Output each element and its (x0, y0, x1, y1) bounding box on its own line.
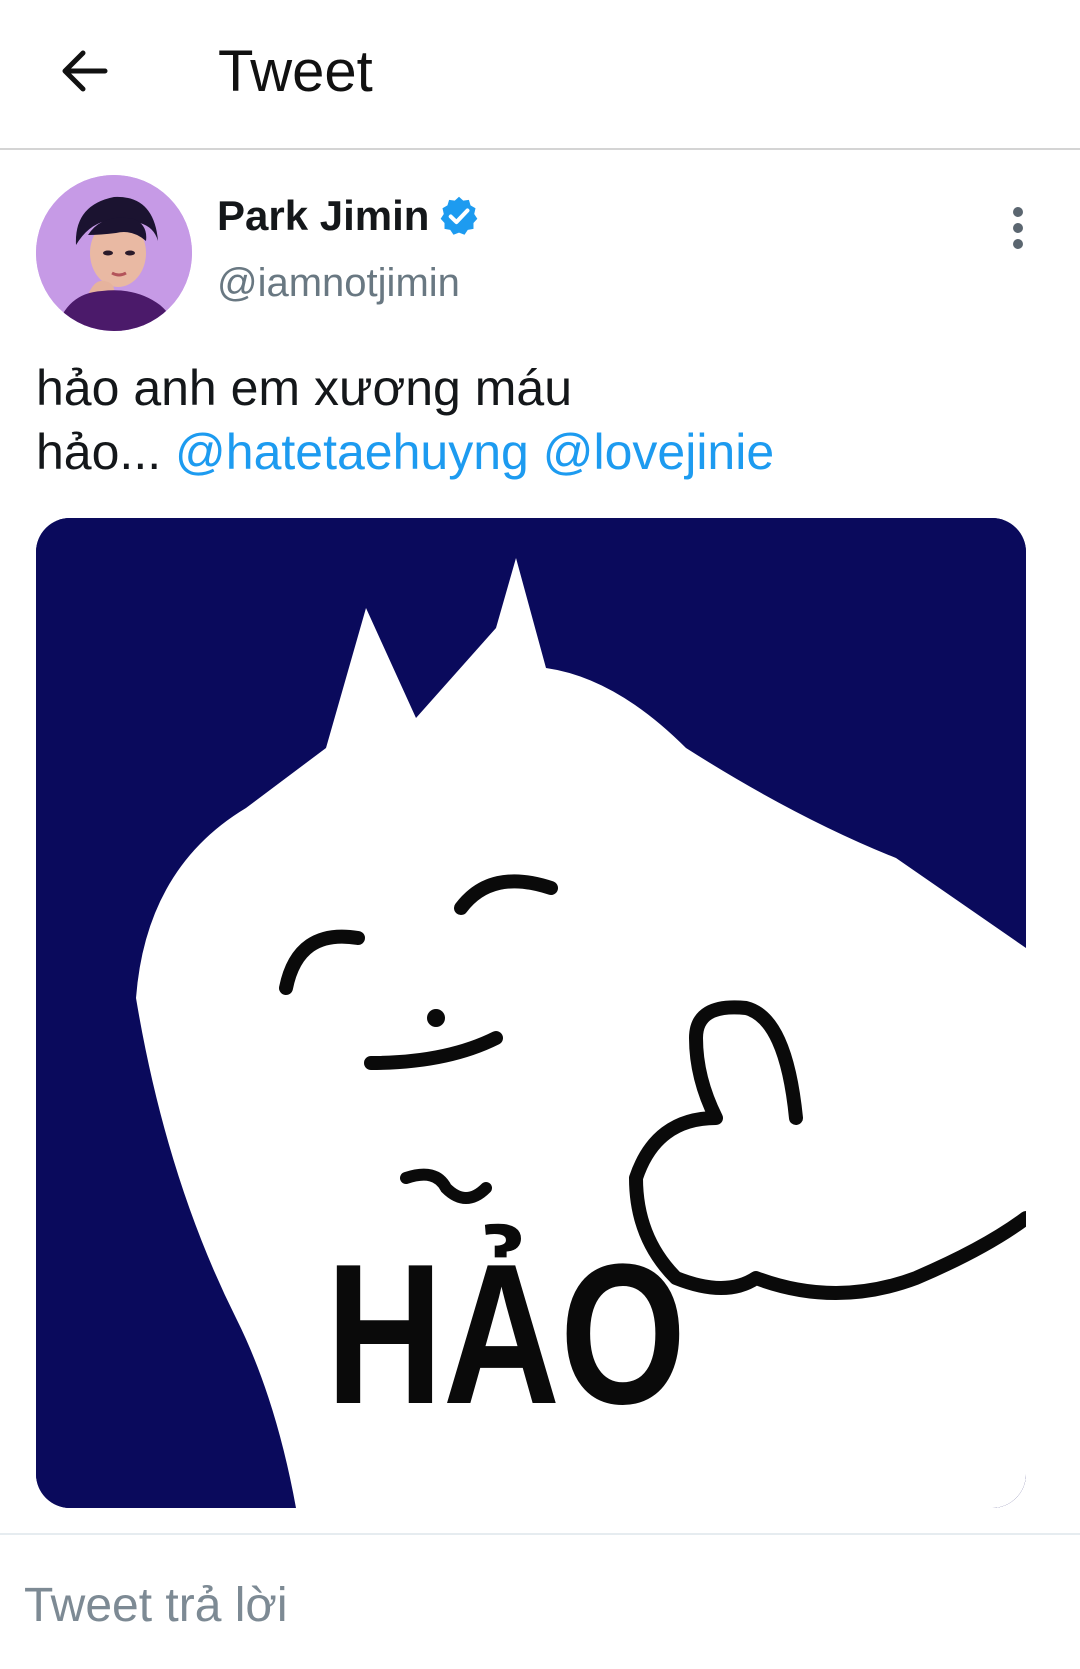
reply-divider (0, 1533, 1080, 1535)
meme-caption-text: HẢO (326, 1223, 686, 1446)
tweet-text: hảo anh em xương máu hảo... @hatetaehuyn… (36, 356, 1036, 484)
tweet-media-image[interactable]: HẢO (36, 518, 1026, 1508)
verified-badge-icon (441, 196, 478, 235)
arrow-left-icon (62, 50, 108, 92)
author-avatar[interactable] (36, 175, 192, 331)
author-name-row[interactable]: Park Jimin (217, 190, 481, 242)
mention-link-hatetaehuyng[interactable]: @hatetaehuyng (175, 424, 529, 480)
page-title: Tweet (218, 39, 373, 104)
author-handle[interactable]: @iamnotjimin (217, 258, 460, 308)
avatar-photo (36, 175, 192, 331)
meme-illustration: HẢO (36, 518, 1026, 1508)
tweet-text-line-1: hảo anh em xương máu (36, 360, 573, 416)
more-options-button[interactable] (990, 200, 1046, 256)
mention-link-lovejinie[interactable]: @lovejinie (543, 424, 774, 480)
top-bar: Tweet (0, 0, 1080, 150)
reply-input[interactable] (24, 1568, 1054, 1642)
tweet-text-line-2: hảo... @hatetaehuyng @lovejinie (36, 420, 1036, 484)
author-display-name[interactable]: Park Jimin (217, 190, 429, 242)
tweet-text-prefix: hảo... (36, 424, 162, 480)
vertical-ellipsis-icon (1013, 207, 1023, 249)
back-button[interactable] (48, 36, 118, 106)
